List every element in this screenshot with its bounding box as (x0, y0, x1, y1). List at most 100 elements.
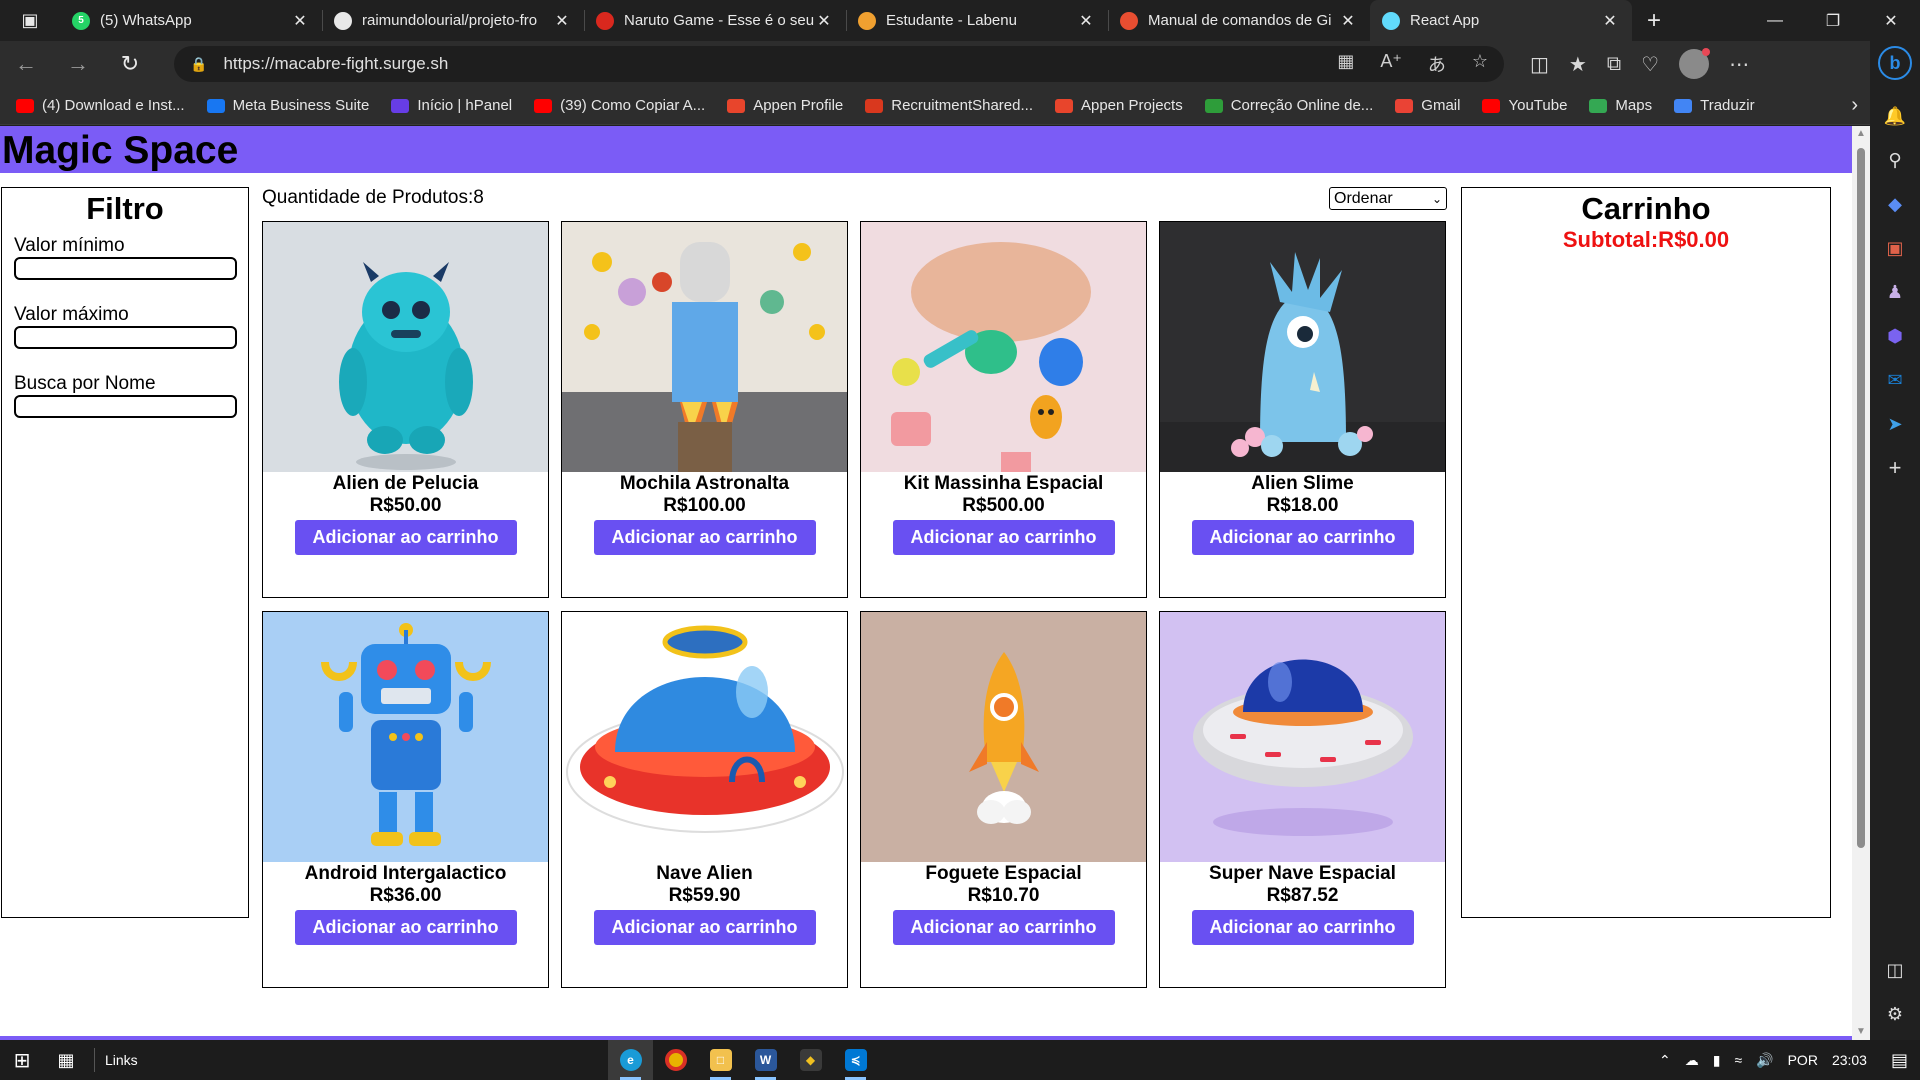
add-to-cart-button[interactable]: Adicionar ao carrinho (892, 910, 1115, 945)
drop-icon[interactable]: ➤ (1881, 410, 1909, 438)
close-tab-icon[interactable]: ✕ (814, 11, 834, 31)
translate-icon[interactable]: あ (1428, 51, 1446, 77)
notifications-icon[interactable]: 🔔 (1881, 102, 1909, 130)
scroll-up-icon[interactable]: ▲ (1852, 126, 1870, 142)
back-button[interactable]: ← (0, 41, 52, 87)
add-to-cart-button[interactable]: Adicionar ao carrinho (892, 520, 1115, 555)
settings-gear-icon[interactable]: ⚙ (1881, 1000, 1909, 1028)
scroll-down-icon[interactable]: ▼ (1852, 1024, 1870, 1040)
tab-actions-icon[interactable]: ▣ (0, 0, 60, 41)
games-icon[interactable]: ♟ (1881, 278, 1909, 306)
taskbar-explorer-icon[interactable]: □ (698, 1040, 743, 1080)
tab-title[interactable]: raimundolourial/projeto-fro (362, 12, 552, 29)
language-indicator[interactable]: POR (1788, 1052, 1818, 1068)
restore-icon[interactable]: ❐ (1804, 0, 1862, 41)
bookmark-label[interactable]: Appen Profile (753, 97, 843, 114)
name-search-input[interactable] (14, 395, 237, 418)
tab-title[interactable]: (5) WhatsApp (100, 12, 290, 29)
sort-select[interactable]: Ordenar ⌄ (1329, 187, 1447, 210)
bookmark-item[interactable]: RecruitmentShared... (865, 97, 1033, 114)
url-text[interactable]: https://macabre-fight.surge.sh (223, 54, 448, 74)
close-tab-icon[interactable]: ✕ (290, 11, 310, 31)
bookmark-label[interactable]: Appen Projects (1081, 97, 1183, 114)
shopping-tag-icon[interactable]: ◆ (1881, 190, 1909, 218)
close-tab-icon[interactable]: ✕ (552, 11, 572, 31)
windows-start-icon[interactable]: ⊞ (0, 1048, 44, 1073)
chevron-down-icon[interactable]: ⌄ (1432, 192, 1442, 206)
bookmark-label[interactable]: Correção Online de... (1231, 97, 1374, 114)
bookmark-label[interactable]: Gmail (1421, 97, 1460, 114)
browser-tab[interactable]: Manual de comandos de Gi ✕ (1108, 0, 1370, 41)
browser-tab[interactable]: 5 (5) WhatsApp ✕ (60, 0, 322, 41)
bookmark-label[interactable]: Maps (1615, 97, 1652, 114)
split-screen-icon[interactable]: ◫ (1530, 52, 1549, 77)
bookmark-item[interactable]: Início | hPanel (391, 97, 512, 114)
scroll-thumb[interactable] (1857, 148, 1865, 848)
bookmark-item[interactable]: Traduzir (1674, 97, 1755, 114)
links-toolbar-label[interactable]: Links (105, 1052, 138, 1068)
bookmark-label[interactable]: YouTube (1508, 97, 1567, 114)
close-tab-icon[interactable]: ✕ (1338, 11, 1358, 31)
profile-avatar[interactable] (1679, 48, 1711, 79)
browser-tab[interactable]: raimundolourial/projeto-fro ✕ (322, 0, 584, 41)
bookmark-item[interactable]: Correção Online de... (1204, 97, 1374, 114)
battery-icon[interactable]: ▮ (1713, 1052, 1721, 1069)
browser-tab[interactable]: React App ✕ (1370, 0, 1632, 41)
bookmark-label[interactable]: Início | hPanel (417, 97, 512, 114)
tab-title[interactable]: Estudante - Labenu (886, 12, 1076, 29)
outlook-icon[interactable]: ✉ (1881, 366, 1909, 394)
bookmark-label[interactable]: Traduzir (1700, 97, 1754, 114)
sidebar-toggle-icon[interactable]: ◫ (1881, 956, 1909, 984)
bookmark-item[interactable]: (4) Download e Inst... (16, 97, 185, 114)
page-scrollbar[interactable]: ▲ ▼ (1852, 126, 1870, 1040)
notifications-center-icon[interactable]: ▤ (1891, 1050, 1908, 1071)
close-tab-icon[interactable]: ✕ (1076, 11, 1096, 31)
bookmark-label[interactable]: (39) Como Copiar A... (560, 97, 705, 114)
bookmark-item[interactable]: Appen Profile (727, 97, 843, 114)
bookmark-label[interactable]: Meta Business Suite (233, 97, 370, 114)
taskbar-word-icon[interactable]: W (743, 1040, 788, 1080)
wifi-icon[interactable]: ≈ (1734, 1052, 1742, 1068)
min-value-input[interactable] (14, 257, 237, 280)
microsoft365-icon[interactable]: ⬢ (1881, 322, 1909, 350)
bookmarks-more-icon[interactable]: › (1851, 94, 1858, 117)
close-tab-icon[interactable]: ✕ (1600, 11, 1620, 31)
address-bar[interactable]: 🔒 https://macabre-fight.surge.sh ▦ A⁺ あ … (174, 46, 1504, 82)
volume-icon[interactable]: 🔊 (1756, 1052, 1773, 1069)
forward-button[interactable]: → (52, 41, 104, 87)
bookmark-item[interactable]: Maps (1589, 97, 1652, 114)
taskbar-chrome-icon[interactable] (653, 1040, 698, 1080)
add-to-cart-button[interactable]: Adicionar ao carrinho (1191, 910, 1414, 945)
favorite-star-icon[interactable]: ☆ (1472, 51, 1488, 77)
clock[interactable]: 23:03 (1832, 1052, 1867, 1068)
task-view-icon[interactable]: ▦ (44, 1050, 88, 1071)
max-value-input[interactable] (14, 326, 237, 349)
add-to-cart-button[interactable]: Adicionar ao carrinho (593, 910, 816, 945)
lock-icon[interactable]: 🔒 (190, 56, 207, 73)
taskbar-vscode-icon[interactable]: ≼ (833, 1040, 878, 1080)
tools-icon[interactable]: ▣ (1881, 234, 1909, 262)
tab-title[interactable]: Manual de comandos de Gi (1148, 12, 1338, 29)
bookmark-item[interactable]: Gmail (1395, 97, 1460, 114)
search-icon[interactable]: ⚲ (1881, 146, 1909, 174)
bookmark-item[interactable]: (39) Como Copiar A... (534, 97, 705, 114)
tab-title[interactable]: React App (1410, 12, 1600, 29)
tab-title[interactable]: Naruto Game - Esse é o seu (624, 12, 814, 29)
favorites-icon[interactable]: ★ (1569, 52, 1587, 77)
add-to-cart-button[interactable]: Adicionar ao carrinho (294, 910, 517, 945)
bing-chat-icon[interactable]: b (1878, 46, 1912, 80)
browser-essentials-icon[interactable]: ♡ (1641, 52, 1659, 77)
taskbar-kanban-icon[interactable]: ◆ (788, 1040, 833, 1080)
add-to-cart-button[interactable]: Adicionar ao carrinho (593, 520, 816, 555)
bookmark-label[interactable]: (4) Download e Inst... (42, 97, 185, 114)
more-menu-icon[interactable]: ⋯ (1729, 52, 1749, 77)
collections-icon[interactable]: ⧉ (1607, 53, 1621, 76)
add-sidebar-app-icon[interactable]: + (1881, 454, 1909, 482)
browser-tab[interactable]: Naruto Game - Esse é o seu ✕ (584, 0, 846, 41)
new-tab-button[interactable]: + (1632, 0, 1676, 41)
refresh-button[interactable]: ↻ (104, 41, 156, 87)
bookmark-item[interactable]: Meta Business Suite (206, 97, 370, 114)
onedrive-icon[interactable]: ☁ (1685, 1052, 1699, 1069)
apps-icon[interactable]: ▦ (1337, 51, 1354, 77)
minimize-icon[interactable]: — (1746, 0, 1804, 41)
